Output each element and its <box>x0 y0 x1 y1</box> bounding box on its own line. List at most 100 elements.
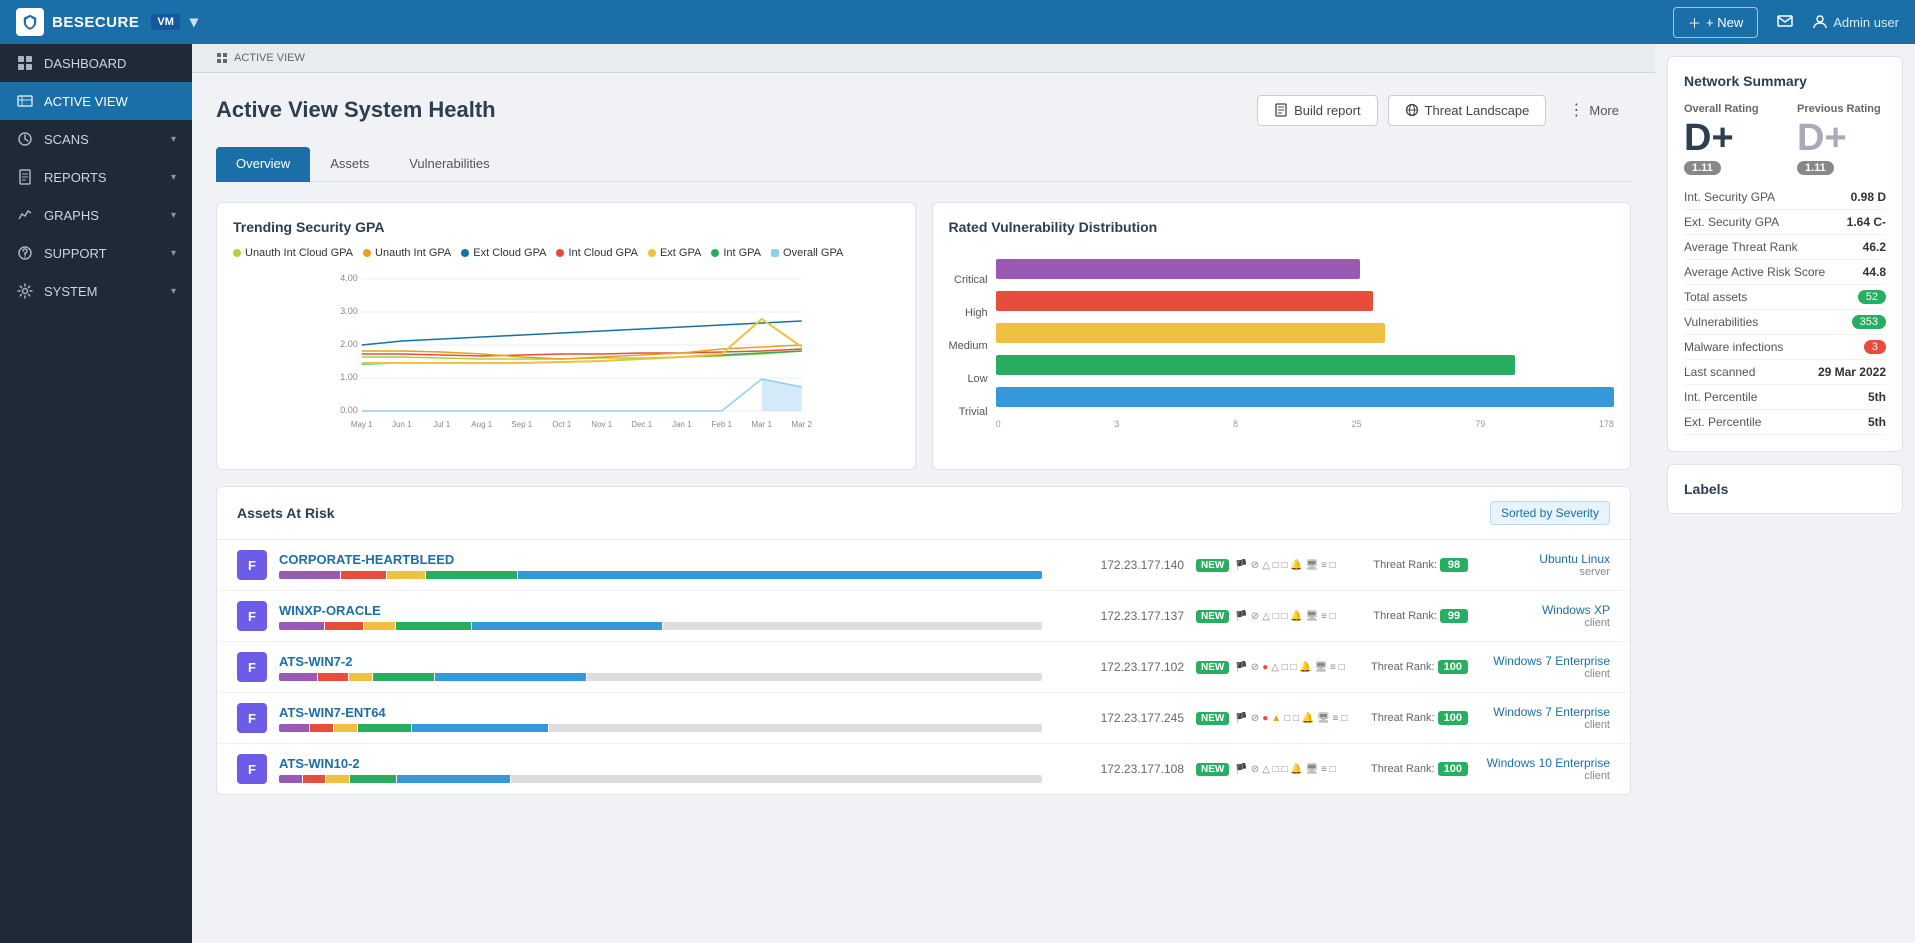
asset-icon-row: NEW 🏴 ⊘ ● ▲ □ □ 🔔 🖥 ≡ □ <box>1196 712 1356 725</box>
vuln-label-low: Low <box>949 365 988 393</box>
asset-severity-bar <box>279 724 1042 732</box>
vuln-bar-high <box>996 287 1614 315</box>
assets-at-risk-section: Assets At Risk Sorted by Severity F CORP… <box>216 486 1631 795</box>
sidebar-item-label: ACTIVE VIEW <box>44 94 176 109</box>
x-axis-178: 178 <box>1599 419 1614 429</box>
tab-overview[interactable]: Overview <box>216 147 310 182</box>
asset-os-type: client <box>1480 719 1610 731</box>
stat-value: 5th <box>1868 390 1886 404</box>
new-badge: NEW <box>1196 763 1229 776</box>
stat-label: Vulnerabilities <box>1684 315 1852 329</box>
new-button[interactable]: ＋ + New <box>1673 7 1758 38</box>
app-logo[interactable]: BESECURE VM ▾ <box>16 8 198 36</box>
labels-card: Labels <box>1667 464 1903 514</box>
table-row: F ATS-WIN10-2 172.23.177.108 <box>217 744 1630 794</box>
sidebar-item-active-view[interactable]: ACTIVE VIEW <box>0 82 192 120</box>
breadcrumb-icon <box>216 52 228 64</box>
page-header: Active View System Health Build report <box>216 93 1631 127</box>
sidebar-item-graphs[interactable]: GRAPHS ▾ <box>0 196 192 234</box>
legend-label: Int Cloud GPA <box>568 247 638 259</box>
asset-os-link[interactable]: Windows XP <box>1480 603 1610 617</box>
charts-row: Trending Security GPA Unauth Int Cloud G… <box>216 202 1631 470</box>
sidebar-item-scans[interactable]: SCANS ▾ <box>0 120 192 158</box>
chevron-down-icon: ▾ <box>171 172 176 183</box>
sidebar-item-dashboard[interactable]: DASHBOARD <box>0 44 192 82</box>
overall-rating-col: Overall Rating D+ 1.11 <box>1684 103 1773 175</box>
asset-main: ATS-WIN7-2 <box>279 654 1042 681</box>
stat-badge-total-assets: 52 <box>1858 290 1886 304</box>
tab-vulnerabilities[interactable]: Vulnerabilities <box>389 147 509 182</box>
asset-os-link[interactable]: Windows 10 Enterprise <box>1480 756 1610 770</box>
svg-text:Sep 1: Sep 1 <box>511 420 532 429</box>
asset-os-link[interactable]: Ubuntu Linux <box>1480 552 1610 566</box>
threat-rank-value: 100 <box>1438 711 1468 725</box>
assets-header: Assets At Risk Sorted by Severity <box>217 487 1630 540</box>
asset-name-link[interactable]: ATS-WIN10-2 <box>279 756 1042 771</box>
breadcrumb-text: ACTIVE VIEW <box>234 52 305 64</box>
legend-item: Ext GPA <box>648 247 701 259</box>
asset-alert-icon: ● <box>1262 713 1268 724</box>
asset-icon-row: NEW 🏴 ⊘ ● △ □ □ 🔔 🖥 ≡ □ <box>1196 661 1356 674</box>
threat-landscape-button[interactable]: Threat Landscape <box>1388 95 1547 126</box>
avatar: F <box>237 652 267 682</box>
svg-text:Nov 1: Nov 1 <box>591 420 612 429</box>
asset-os-link[interactable]: Windows 7 Enterprise <box>1480 654 1610 668</box>
sidebar-item-system[interactable]: SYSTEM ▾ <box>0 272 192 310</box>
asset-alert-icon: ● <box>1262 662 1268 673</box>
vulnerability-chart-card: Rated Vulnerability Distribution Critica… <box>932 202 1632 470</box>
x-axis-0: 0 <box>996 419 1001 429</box>
vuln-bar-critical <box>996 255 1614 283</box>
stat-row-malware: Malware infections 3 <box>1684 335 1886 360</box>
svg-text:1.00: 1.00 <box>340 372 358 382</box>
vulnerability-chart-title: Rated Vulnerability Distribution <box>949 219 1615 235</box>
vuln-label-trivial: Trivial <box>949 398 988 426</box>
x-axis-3: 3 <box>1114 419 1119 429</box>
page-tabs: Overview Assets Vulnerabilities <box>216 147 1631 182</box>
asset-warning-icon: ⊘ <box>1251 764 1259 775</box>
vuln-bar-trivial <box>996 383 1614 411</box>
asset-ip: 172.23.177.108 <box>1054 762 1184 776</box>
svg-text:May 1: May 1 <box>351 420 373 429</box>
assets-title: Assets At Risk <box>237 505 1490 521</box>
asset-name-link[interactable]: WINXP-ORACLE <box>279 603 1042 618</box>
table-row: F ATS-WIN7-ENT64 172.23.177.245 <box>217 693 1630 744</box>
threat-rank-value: 98 <box>1440 558 1468 572</box>
asset-os-link[interactable]: Windows 7 Enterprise <box>1480 705 1610 719</box>
build-report-button[interactable]: Build report <box>1257 95 1377 126</box>
stat-label: Last scanned <box>1684 365 1818 379</box>
asset-warning-icon: ⊘ <box>1251 611 1259 622</box>
vuln-label-critical: Critical <box>949 266 988 294</box>
avatar: F <box>237 550 267 580</box>
asset-main: ATS-WIN10-2 <box>279 756 1042 783</box>
system-icon <box>16 282 34 300</box>
svg-text:Aug 1: Aug 1 <box>471 420 492 429</box>
chevron-down-icon: ▾ <box>171 210 176 221</box>
asset-name-link[interactable]: ATS-WIN7-2 <box>279 654 1042 669</box>
asset-name-link[interactable]: CORPORATE-HEARTBLEED <box>279 552 1042 567</box>
mail-icon[interactable] <box>1776 12 1794 33</box>
avatar: F <box>237 754 267 784</box>
more-button[interactable]: ⋮ More <box>1556 93 1631 127</box>
overall-rating-label: Overall Rating <box>1684 103 1773 115</box>
new-badge: NEW <box>1196 559 1229 572</box>
tab-assets[interactable]: Assets <box>310 147 389 182</box>
dashboard-icon <box>16 54 34 72</box>
sorted-badge[interactable]: Sorted by Severity <box>1490 501 1610 525</box>
legend-item: Ext Cloud GPA <box>461 247 546 259</box>
asset-info-icons: △ □ □ 🔔 🖥 ≡ □ <box>1262 764 1335 775</box>
sidebar-item-reports[interactable]: REPORTS ▾ <box>0 158 192 196</box>
sidebar-item-support[interactable]: SUPPORT ▾ <box>0 234 192 272</box>
vuln-bar-low <box>996 351 1614 379</box>
svg-text:2.00: 2.00 <box>340 339 358 349</box>
asset-name-link[interactable]: ATS-WIN7-ENT64 <box>279 705 1042 720</box>
stat-label: Ext. Percentile <box>1684 415 1868 429</box>
svg-text:0.00: 0.00 <box>340 405 358 415</box>
svg-text:3.00: 3.00 <box>340 306 358 316</box>
user-menu[interactable]: Admin user <box>1812 14 1899 30</box>
stat-value: 29 Mar 2022 <box>1818 365 1886 379</box>
rating-row: Overall Rating D+ 1.11 Previous Rating D… <box>1684 103 1886 175</box>
legend-item: Overall GPA <box>771 247 843 259</box>
stat-row-last-scanned: Last scanned 29 Mar 2022 <box>1684 360 1886 385</box>
stat-row-ext-percentile: Ext. Percentile 5th <box>1684 410 1886 435</box>
build-report-label: Build report <box>1294 103 1360 118</box>
